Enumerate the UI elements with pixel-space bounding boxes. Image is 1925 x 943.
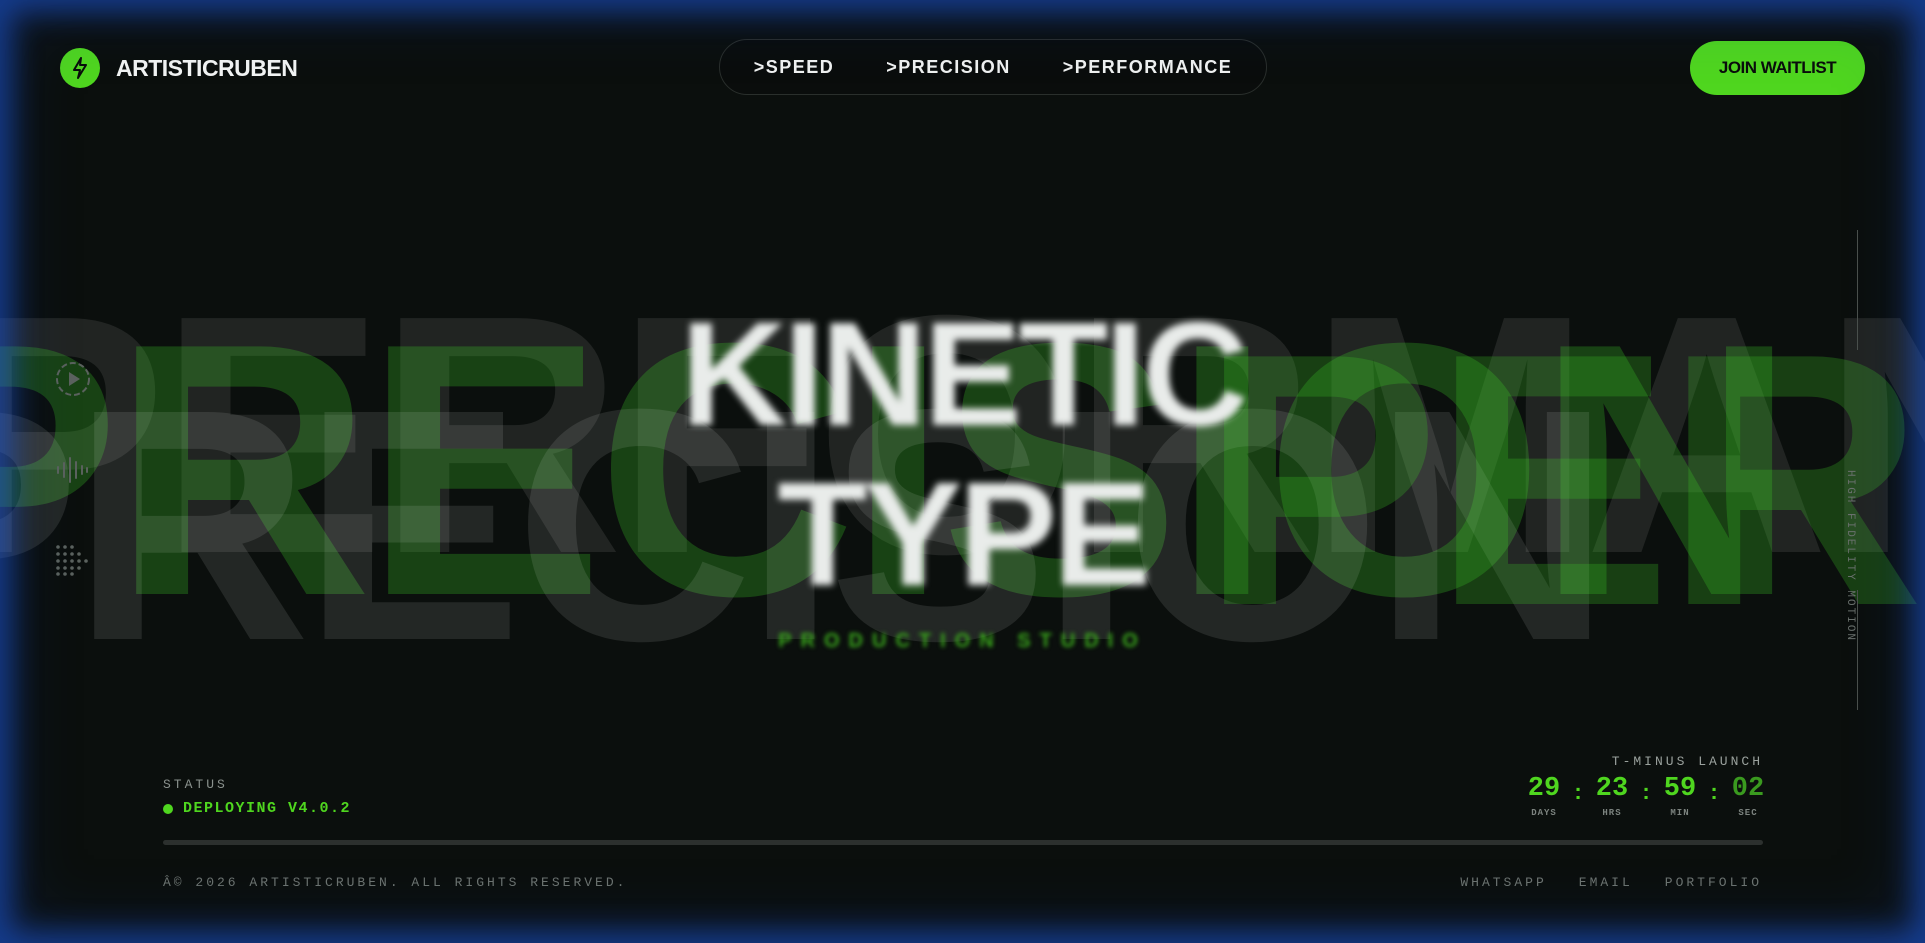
rail-divider-top [1857, 230, 1858, 350]
countdown-value: 59 [1663, 774, 1697, 804]
countdown-unit-label: DAYS [1531, 808, 1557, 818]
lightning-icon [60, 48, 100, 88]
countdown-separator: : [1642, 779, 1650, 804]
countdown-hours: 23 HRS [1593, 772, 1631, 818]
footer-links: WHATSAPP EMAIL PORTFOLIO [1460, 875, 1762, 890]
join-waitlist-button[interactable]: JOIN WAITLIST [1690, 41, 1865, 95]
brand-name: ARTISTICRUBEN [116, 54, 298, 81]
copyright-text: Â© 2026 ARTISTICRUBEN. ALL RIGHTS RESERV… [163, 875, 628, 890]
nav-item-precision[interactable]: >PRECISION [886, 57, 1011, 78]
countdown-unit-label: SEC [1738, 808, 1758, 818]
rail-label: HIGH FIDELITY MOTION [1844, 470, 1856, 643]
nav-item-speed[interactable]: >SPEED [754, 57, 835, 78]
countdown-days: 29 DAYS [1525, 772, 1563, 818]
footer-link-email[interactable]: EMAIL [1579, 875, 1633, 890]
countdown-seconds: 02 SEC [1729, 772, 1767, 818]
countdown-value: 29 [1527, 774, 1561, 804]
countdown-separator: : [1710, 779, 1718, 804]
status-text: DEPLOYING V4.0.2 [183, 800, 352, 817]
status-label: STATUS [163, 777, 228, 792]
play-circle-icon[interactable] [54, 360, 92, 403]
rail-divider-bottom [1857, 590, 1858, 710]
countdown-label: T-MINUS LAUNCH [1611, 754, 1763, 769]
footer-link-portfolio[interactable]: PORTFOLIO [1665, 875, 1762, 890]
main-nav: >SPEED >PRECISION >PERFORMANCE [719, 39, 1267, 95]
hero-subtitle: PRODUCTION STUDIO [778, 630, 1147, 652]
brand-logo[interactable]: ARTISTICRUBEN [60, 48, 298, 88]
status-dot [163, 803, 173, 814]
footer-link-whatsapp[interactable]: WHATSAPP [1460, 875, 1546, 890]
countdown-value: 02 [1731, 774, 1765, 804]
hero-title-line1: KINETIC [680, 292, 1249, 457]
hero-title-line2: TYPE [777, 452, 1152, 617]
waveform-icon[interactable] [54, 452, 90, 493]
status-indicator: DEPLOYING V4.0.2 [163, 800, 351, 817]
countdown-value: 23 [1595, 774, 1629, 804]
nav-item-performance[interactable]: >PERFORMANCE [1063, 57, 1233, 78]
countdown-separator: : [1574, 779, 1582, 804]
countdown-timer: 29 DAYS : 23 HRS : 59 MIN : 02 SEC [1525, 772, 1767, 818]
launch-progress-bar [163, 840, 1763, 845]
countdown-unit-label: MIN [1670, 808, 1690, 818]
countdown-unit-label: HRS [1602, 808, 1622, 818]
countdown-minutes: 59 MIN [1661, 772, 1699, 818]
dot-grid-icon[interactable] [54, 543, 90, 582]
